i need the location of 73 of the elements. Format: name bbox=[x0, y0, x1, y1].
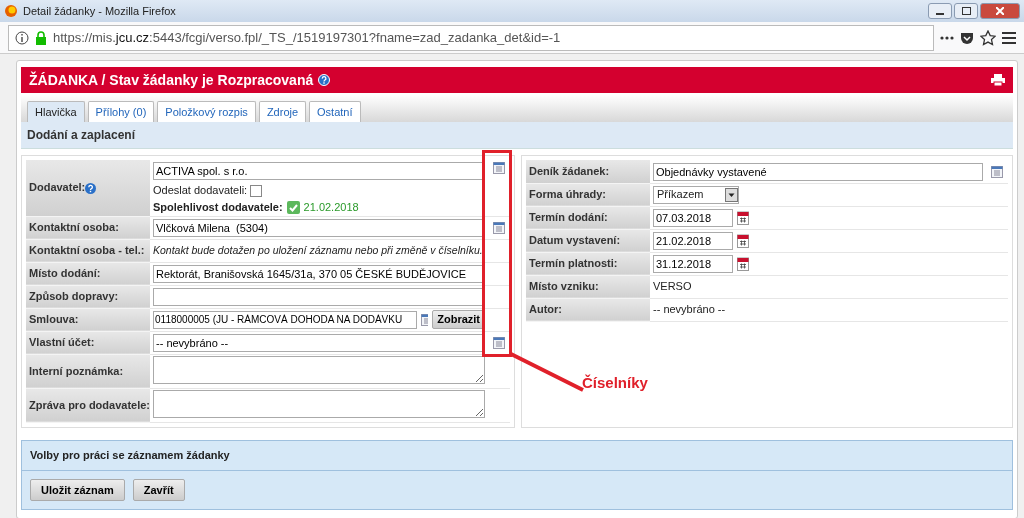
tab[interactable]: Ostatní bbox=[309, 101, 361, 123]
calendar-icon[interactable] bbox=[737, 233, 749, 248]
input-field[interactable]: Vlčková Milena (5304) bbox=[153, 218, 485, 237]
panel-title: Volby pro práci se záznamem žádanky bbox=[22, 441, 1012, 471]
printer-icon[interactable] bbox=[991, 74, 1005, 86]
input-field[interactable]: Rektorát, Branišovská 1645/31a, 370 05 ČESKÉ BUDĚJOVICE bbox=[153, 264, 485, 283]
section-heading: Dodání a zaplacení bbox=[21, 122, 1013, 150]
input-field[interactable]: Objednávky vystavené bbox=[653, 162, 983, 181]
input-field[interactable]: ACTIVA spol. s r.o. bbox=[153, 161, 485, 180]
field-label: Kontaktní osoba - tel.: bbox=[26, 239, 150, 263]
tab[interactable]: Zdroje bbox=[258, 101, 307, 123]
tab[interactable]: Položkový rozpis bbox=[157, 101, 256, 123]
close-button[interactable] bbox=[980, 3, 1020, 19]
close-icon bbox=[996, 7, 1004, 15]
field-label: Dodavatel: bbox=[29, 181, 86, 194]
page-title: ŽÁDANKA / Stav žádanky je Rozpracovaná bbox=[29, 70, 314, 90]
field-label: Termín platnosti: bbox=[526, 252, 650, 276]
reliability-label: Spolehlivost dodavatele: bbox=[153, 201, 283, 215]
field-value: VERSO bbox=[653, 280, 692, 293]
menu-icon[interactable] bbox=[1002, 31, 1016, 44]
field-label: Deník žádanek: bbox=[526, 160, 650, 184]
action-button[interactable]: Uložit záznam bbox=[30, 478, 125, 502]
note-text: Kontakt bude dotažen po uložení záznamu nebo při změně v číselníku. bbox=[153, 244, 483, 257]
maximize-icon bbox=[961, 7, 971, 15]
calendar-icon[interactable] bbox=[737, 210, 749, 225]
field-label: Termín dodání: bbox=[526, 206, 650, 230]
window-title: Detail žádanky - Mozilla Firefox bbox=[23, 3, 176, 19]
field-label: Kontaktní osoba: bbox=[26, 216, 150, 240]
address-bar[interactable]: https://mis.jcu.cz:5443/fcgi/verso.fpl/_TS_/1519197301?fname=zad_zadanka_det&id=-1 bbox=[8, 24, 934, 51]
field-label: Interní poznámka: bbox=[26, 354, 150, 389]
tab[interactable]: Hlavička bbox=[27, 101, 85, 123]
list-icon[interactable] bbox=[493, 337, 505, 350]
input-field[interactable] bbox=[153, 287, 485, 306]
checkbox[interactable] bbox=[250, 184, 263, 197]
list-icon[interactable] bbox=[991, 166, 1003, 179]
field-label: Zpráva pro dodavatele: bbox=[26, 388, 150, 423]
field-label: Autor: bbox=[526, 298, 650, 322]
lock-icon bbox=[35, 30, 47, 45]
field-label: Místo vzniku: bbox=[526, 275, 650, 299]
field-label: Vlastní účet: bbox=[26, 331, 150, 355]
annotation-label: Číselníky bbox=[582, 373, 648, 393]
reliability-date: 21.02.2018 bbox=[303, 201, 359, 215]
field-label: Smlouva: bbox=[26, 308, 150, 332]
select-field[interactable]: Příkazem bbox=[653, 185, 739, 204]
more-icon[interactable] bbox=[940, 35, 954, 40]
field-label: Místo dodání: bbox=[26, 262, 150, 286]
star-icon[interactable] bbox=[980, 29, 996, 46]
input-field[interactable]: 0118000005 (JU - RÁMCOVÁ DOHODA NA DODÁVKU bbox=[153, 310, 417, 329]
url-text: https://mis.jcu.cz:5443/fcgi/verso.fpl/_TS_/1519197301?fname=zad_zadanka_det&id=-1 bbox=[53, 28, 561, 47]
info-icon[interactable] bbox=[15, 30, 29, 45]
check-icon bbox=[286, 201, 300, 215]
help-icon[interactable] bbox=[85, 183, 97, 195]
shield-icon[interactable] bbox=[960, 30, 974, 45]
list-icon[interactable] bbox=[493, 162, 505, 175]
field-label: Datum vystavení: bbox=[526, 229, 650, 253]
browser-logo-icon bbox=[4, 4, 18, 18]
tab[interactable]: Přílohy (0) bbox=[87, 101, 155, 123]
list-icon[interactable] bbox=[493, 222, 505, 235]
checkbox-label: Odeslat dodavateli: bbox=[153, 183, 249, 196]
action-button[interactable]: Zavřít bbox=[132, 478, 185, 502]
input-field[interactable]: 21.02.2018 bbox=[653, 231, 733, 250]
input-field[interactable]: -- nevybráno -- bbox=[153, 333, 485, 352]
field-label: Forma úhrady: bbox=[526, 183, 650, 207]
field-label: Způsob dopravy: bbox=[26, 285, 150, 309]
input-field[interactable]: 31.12.2018 bbox=[653, 254, 733, 273]
field-value: -- nevybráno -- bbox=[653, 303, 726, 316]
calendar-icon[interactable] bbox=[737, 256, 749, 271]
select-value: Příkazem bbox=[657, 188, 705, 202]
minimize-button[interactable] bbox=[928, 3, 952, 19]
input-field[interactable]: 07.03.2018 bbox=[653, 208, 733, 227]
maximize-button[interactable] bbox=[954, 3, 978, 19]
help-icon[interactable] bbox=[318, 74, 331, 86]
show-button[interactable]: Zobrazit bbox=[432, 310, 485, 330]
